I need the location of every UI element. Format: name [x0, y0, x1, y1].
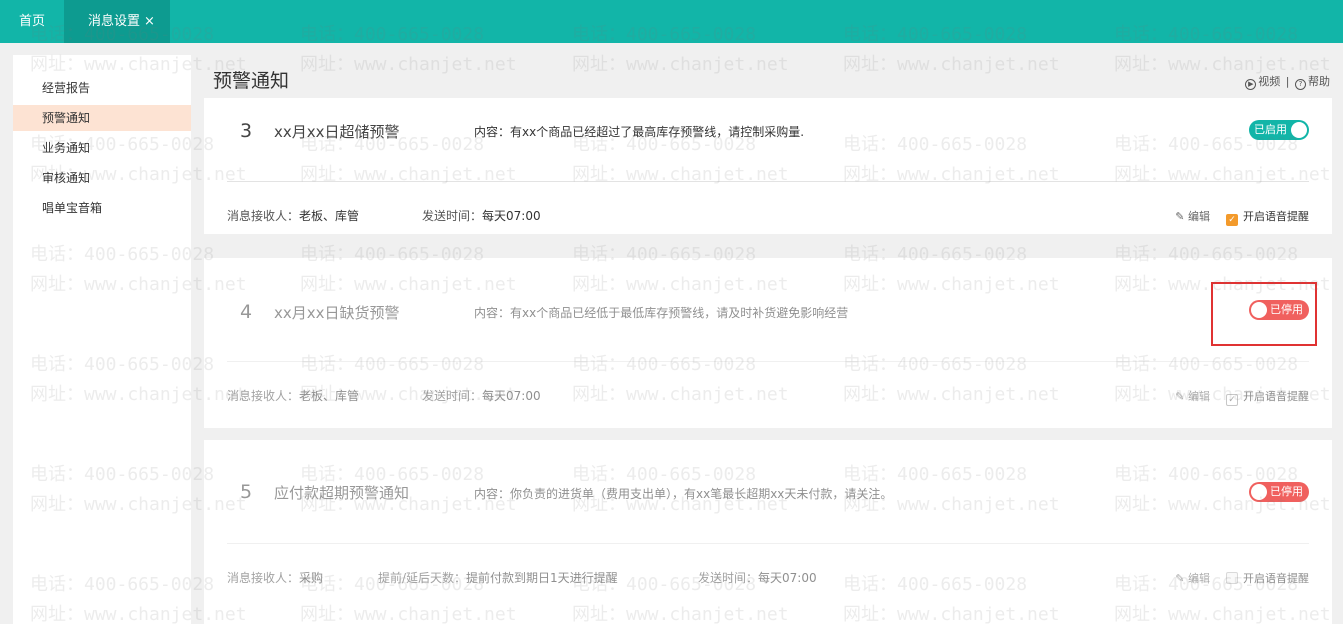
receivers-value: 老板、库管: [299, 389, 360, 403]
warning-card: 4 xx月xx日缺货预警 内容：有xx个商品已经低于最低库存预警线，请及时补货避…: [204, 258, 1332, 428]
receivers-label: 消息接收人：: [227, 389, 300, 403]
status-toggle-label: 已启用: [1254, 123, 1287, 136]
edit-button[interactable]: ✎ 编辑: [1175, 570, 1210, 586]
send-time: 发送时间：每天07:00: [422, 387, 541, 404]
voice-reminder-label: 开启语音提醒: [1243, 210, 1309, 223]
sidebar-item-business-report[interactable]: 经营报告: [13, 75, 191, 101]
edit-icon: ✎: [1175, 390, 1185, 403]
help-links: ▶ 视频 | ? 帮助: [1243, 73, 1330, 90]
checkbox-unchecked-icon: [1226, 572, 1238, 584]
tab-message-settings-label: 消息设置: [88, 14, 141, 29]
card-number: 5: [240, 481, 253, 503]
divider: [227, 543, 1309, 544]
divider: [227, 181, 1309, 182]
receivers-label: 消息接收人：: [227, 571, 300, 585]
card-title: xx月xx日超储预警: [274, 123, 400, 141]
voice-reminder-checkbox[interactable]: ✓ 开启语音提醒: [1226, 388, 1309, 406]
divider: [227, 361, 1309, 362]
advance-days: 提前/延后天数：提前付款到期日1天进行提醒: [378, 569, 618, 586]
warning-card: 5 应付款超期预警通知 内容：你负责的进货单（费用支出单），有xx笔最长超期xx…: [204, 440, 1332, 624]
sidebar: 经营报告 预警通知 业务通知 审核通知 唱单宝音箱: [13, 55, 191, 624]
sidebar-item-business-notice[interactable]: 业务通知: [13, 135, 191, 161]
status-toggle[interactable]: 已启用: [1249, 120, 1309, 140]
separator: |: [1285, 75, 1290, 88]
edit-label: 编辑: [1188, 210, 1210, 223]
help-link[interactable]: 帮助: [1308, 75, 1330, 88]
card-number: 4: [240, 301, 253, 323]
edit-icon: ✎: [1175, 572, 1185, 585]
advance-days-value: 提前付款到期日1天进行提醒: [466, 571, 618, 585]
receivers: 消息接收人：采购: [227, 569, 323, 586]
edit-label: 编辑: [1188, 572, 1210, 585]
tab-message-settings[interactable]: 消息设置 ×: [64, 0, 170, 43]
close-icon[interactable]: ×: [144, 14, 155, 29]
toggle-knob: [1251, 484, 1267, 500]
voice-reminder-checkbox[interactable]: ✓ 开启语音提醒: [1226, 208, 1309, 226]
receivers-label: 消息接收人：: [227, 209, 300, 223]
sidebar-item-warning-notice[interactable]: 预警通知: [13, 105, 191, 131]
checkbox-checked-icon: ✓: [1226, 394, 1238, 406]
send-time-label: 发送时间：: [422, 209, 483, 223]
edit-button[interactable]: ✎ 编辑: [1175, 388, 1210, 404]
voice-reminder-checkbox[interactable]: 开启语音提醒: [1226, 570, 1309, 586]
send-time-value: 每天07:00: [758, 571, 817, 585]
receivers-value: 采购: [299, 571, 324, 585]
top-tab-bar: 首页 消息设置 ×: [0, 0, 1343, 43]
page-title: 预警通知: [213, 70, 290, 92]
advance-days-label: 提前/延后天数：: [378, 571, 467, 585]
card-description: 内容：你负责的进货单（费用支出单），有xx笔最长超期xx天未付款，请关注。: [474, 487, 893, 501]
status-toggle[interactable]: 已停用: [1249, 482, 1309, 502]
video-link[interactable]: 视频: [1258, 75, 1280, 88]
toggle-knob: [1291, 122, 1307, 138]
send-time-label: 发送时间：: [698, 571, 759, 585]
voice-reminder-label: 开启语音提醒: [1243, 572, 1309, 585]
highlight-box: [1211, 282, 1317, 346]
warning-card: 3 xx月xx日超储预警 内容：有xx个商品已经超过了最高库存预警线，请控制采购…: [204, 98, 1332, 234]
send-time-value: 每天07:00: [482, 389, 541, 403]
send-time-value: 每天07:00: [482, 209, 541, 223]
edit-button[interactable]: ✎ 编辑: [1175, 208, 1210, 224]
sidebar-item-audit-notice[interactable]: 审核通知: [13, 165, 191, 191]
send-time: 发送时间：每天07:00: [422, 207, 541, 224]
edit-icon: ✎: [1175, 210, 1185, 223]
play-icon[interactable]: ▶: [1245, 79, 1257, 90]
card-title: xx月xx日缺货预警: [274, 304, 400, 322]
status-toggle-label: 已停用: [1270, 485, 1303, 498]
voice-reminder-label: 开启语音提醒: [1243, 390, 1309, 403]
card-description: 内容：有xx个商品已经超过了最高库存预警线，请控制采购量.: [474, 125, 805, 139]
receivers: 消息接收人：老板、库管: [227, 387, 359, 404]
tab-home[interactable]: 首页: [0, 0, 64, 43]
edit-label: 编辑: [1188, 390, 1210, 403]
receivers-value: 老板、库管: [299, 209, 360, 223]
send-time: 发送时间：每天07:00: [698, 569, 817, 586]
checkbox-checked-icon: ✓: [1226, 214, 1238, 226]
card-number: 3: [240, 120, 253, 142]
sidebar-item-speaker[interactable]: 唱单宝音箱: [13, 195, 191, 221]
send-time-label: 发送时间：: [422, 389, 483, 403]
help-icon[interactable]: ?: [1295, 79, 1306, 90]
receivers: 消息接收人：老板、库管: [227, 207, 359, 224]
card-title: 应付款超期预警通知: [274, 484, 410, 502]
card-description: 内容：有xx个商品已经低于最低库存预警线，请及时补货避免影响经营: [474, 306, 849, 320]
